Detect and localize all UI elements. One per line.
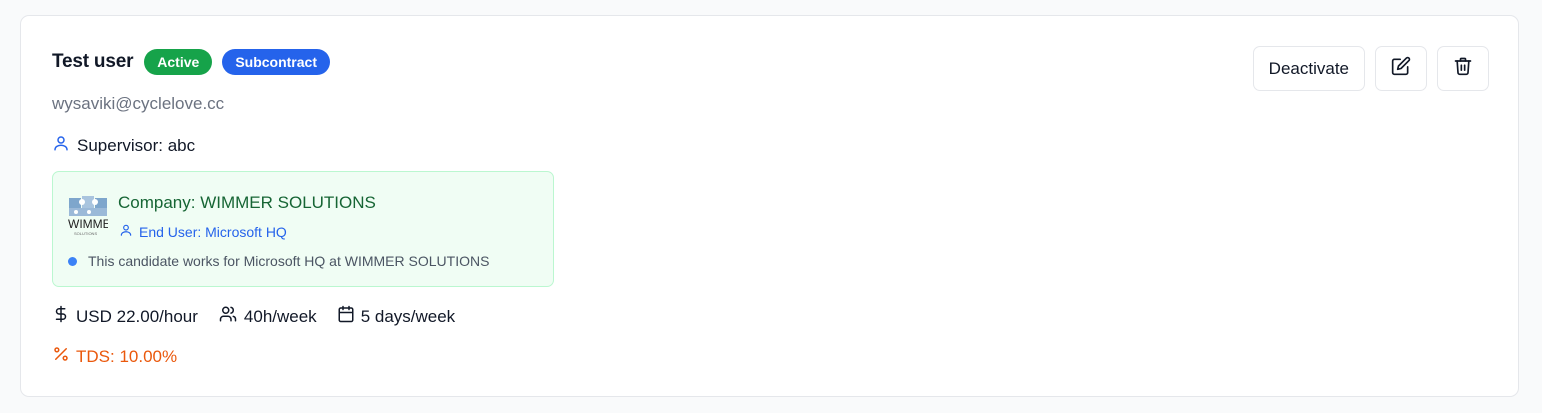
supervisor-label: Supervisor: abc	[77, 135, 196, 155]
company-name: Company: WIMMER SOLUTIONS	[118, 193, 376, 212]
company-note-text: This candidate works for Microsoft HQ at…	[88, 253, 490, 269]
contract-type-badge: Subcontract	[222, 49, 330, 75]
calendar-icon	[337, 305, 361, 328]
end-user-label: End User: Microsoft HQ	[139, 223, 287, 240]
card-actions: Deactivate	[1243, 46, 1489, 91]
percent-icon	[52, 345, 76, 368]
edit-button[interactable]	[1375, 46, 1427, 91]
user-header: Test user Active Subcontract	[52, 48, 340, 76]
dollar-icon	[52, 305, 76, 328]
company-logo: WIMME SOLUTIONS	[68, 194, 111, 238]
rate-stat: USD 22.00/hour	[52, 305, 198, 328]
delete-button[interactable]	[1437, 46, 1489, 91]
tds-row: TDS: 10.00%	[52, 345, 177, 368]
days-value: 5 days/week	[360, 306, 456, 326]
user-email: wysaviki@cyclelove.cc	[52, 94, 225, 113]
status-badge: Active	[144, 49, 213, 75]
logo-wordmark: WIMME	[68, 217, 108, 231]
user-icon	[52, 134, 77, 157]
user-card: Test user Active Subcontract wysaviki@cy…	[20, 15, 1519, 397]
rate-value: USD 22.00/hour	[76, 306, 198, 326]
deactivate-button[interactable]: Deactivate	[1252, 46, 1365, 91]
stats-row: USD 22.00/hour 40h/week 5 days/week	[52, 305, 475, 328]
hours-stat: 40h/week	[218, 305, 317, 328]
hours-value: 40h/week	[243, 306, 317, 326]
supervisor-row: Supervisor: abc	[52, 134, 195, 157]
days-stat: 5 days/week	[337, 305, 456, 328]
tds-value: TDS: 10.00%	[76, 346, 178, 366]
company-panel: WIMME SOLUTIONS Company: WIMMER SOLUTION…	[52, 171, 554, 287]
user-name: Test user	[52, 51, 134, 72]
end-user-row: End User: Microsoft HQ	[119, 223, 287, 240]
logo-subtext: SOLUTIONS	[74, 231, 97, 236]
user-icon	[119, 223, 139, 240]
edit-icon	[1391, 56, 1411, 81]
company-note: This candidate works for Microsoft HQ at…	[68, 253, 489, 269]
trash-icon	[1453, 56, 1473, 81]
users-icon	[218, 305, 244, 328]
bullet-dot-icon	[68, 256, 77, 266]
